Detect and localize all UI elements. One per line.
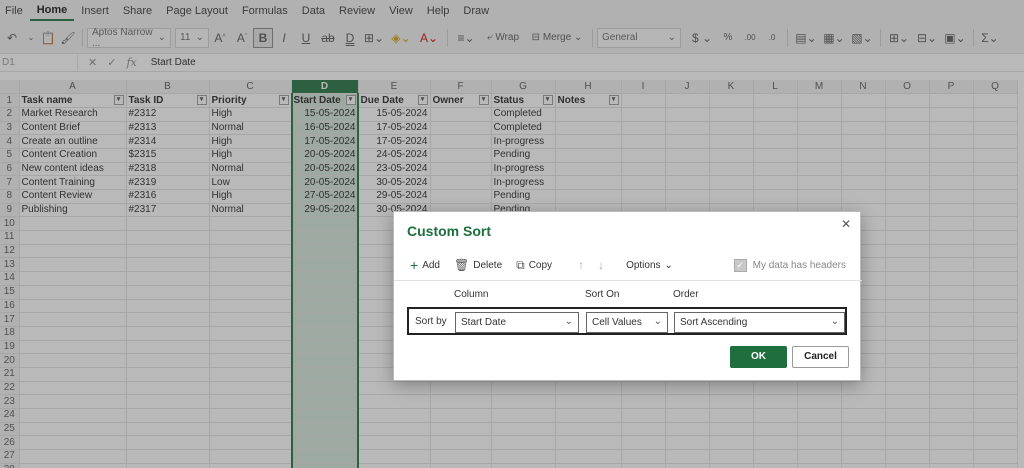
ok-button[interactable]: OK: [730, 346, 787, 368]
cancel-button[interactable]: Cancel: [792, 346, 849, 368]
add-level-button[interactable]: + Add: [410, 257, 440, 273]
copy-label: Copy: [528, 259, 553, 271]
sort-by-label: Sort by: [415, 316, 447, 327]
copy-level-button[interactable]: ⧉ Copy: [516, 258, 552, 273]
order-select-value: Sort Ascending: [680, 317, 748, 328]
chevron-down-icon: ⌄: [830, 316, 839, 327]
options-label: Options: [626, 259, 661, 271]
column-select-value: Start Date: [461, 317, 507, 328]
column-select[interactable]: Start Date ⌄: [455, 312, 579, 333]
move-up-icon[interactable]: ↑: [578, 258, 584, 272]
my-data-has-headers[interactable]: ✓ My data has headers: [733, 258, 846, 272]
delete-level-button[interactable]: 🗑 Delete: [454, 258, 502, 272]
add-label: Add: [422, 259, 440, 271]
dialog-title: Custom Sort: [407, 223, 491, 239]
options-button[interactable]: Options ⌄: [626, 260, 673, 271]
plus-icon: +: [410, 257, 419, 273]
chevron-down-icon: ⌄: [664, 259, 673, 271]
order-header-label: Order: [673, 289, 699, 300]
chevron-down-icon: ⌄: [653, 316, 662, 327]
trash-icon: 🗑: [453, 258, 470, 272]
sort-on-select-value: Cell Values: [592, 317, 642, 328]
chevron-down-icon: ⌄: [564, 316, 573, 327]
move-down-icon[interactable]: ↓: [598, 258, 604, 272]
sort-level-row[interactable]: Sort by Start Date ⌄ Cell Values ⌄ Sort …: [407, 307, 847, 335]
headers-label: My data has headers: [752, 259, 846, 271]
order-select[interactable]: Sort Ascending ⌄: [674, 312, 845, 333]
sort-on-header-label: Sort On: [585, 289, 620, 300]
delete-label: Delete: [473, 259, 503, 271]
custom-sort-dialog: Custom Sort ✕ + Add 🗑 Delete ⧉ Copy ↑ ↓ …: [393, 211, 862, 381]
dialog-toolbar: + Add 🗑 Delete ⧉ Copy ↑ ↓ Options ⌄ ✓ My…: [410, 256, 846, 274]
sort-on-select[interactable]: Cell Values ⌄: [586, 312, 668, 333]
column-header-label: Column: [454, 289, 489, 300]
checkbox-checked-icon[interactable]: ✓: [733, 258, 747, 272]
close-icon[interactable]: ✕: [839, 217, 853, 231]
divider: [394, 280, 862, 281]
copy-icon: ⧉: [516, 257, 525, 272]
